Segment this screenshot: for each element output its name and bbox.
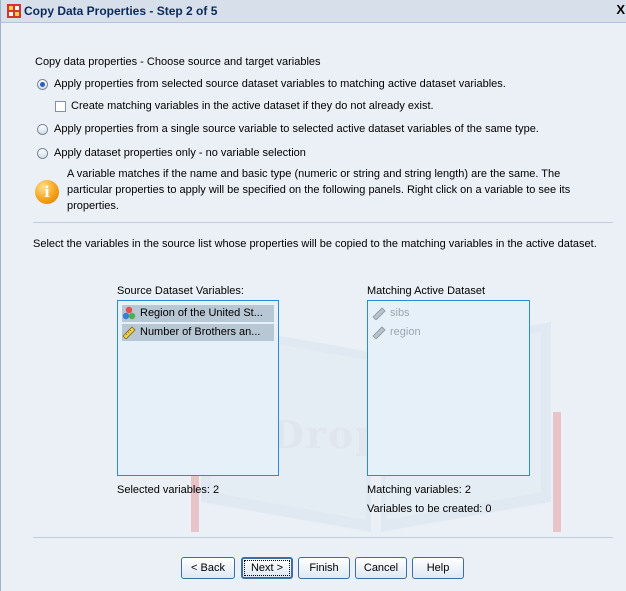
back-button[interactable]: < Back — [181, 557, 235, 579]
source-variables-list[interactable]: Region of the United St... Number of Bro… — [117, 300, 279, 476]
finish-button[interactable]: Finish — [298, 557, 350, 579]
target-item-sibs[interactable]: sibs — [372, 305, 522, 322]
option-single-source-label[interactable]: Apply properties from a single source va… — [54, 123, 539, 135]
close-button[interactable]: X — [616, 2, 625, 17]
source-list-label: Source Dataset Variables: — [117, 285, 244, 297]
scale-ruler-icon — [372, 307, 386, 321]
help-button[interactable]: Help — [412, 557, 464, 579]
title-bar[interactable]: Copy Data Properties - Step 2 of 5 X — [1, 0, 626, 23]
target-item-region-label: region — [390, 326, 421, 338]
matching-variables-count: Matching variables: 2 — [367, 484, 471, 496]
divider-top — [33, 222, 613, 223]
selected-variables-count: Selected variables: 2 — [117, 484, 220, 496]
instructions-text: Select the variables in the source list … — [33, 238, 597, 250]
option-selected-variables-label[interactable]: Apply properties from selected source da… — [54, 78, 506, 90]
scale-ruler-icon — [122, 326, 136, 340]
variables-to-create-count: Variables to be created: 0 — [367, 503, 492, 515]
source-item-brothers[interactable]: Number of Brothers an... — [122, 324, 274, 341]
target-item-sibs-label: sibs — [390, 307, 410, 319]
dialog-window: DropBooks Copy Data Properties - Step 2 … — [0, 0, 626, 591]
option-dataset-only-label[interactable]: Apply dataset properties only - no varia… — [54, 147, 306, 159]
nominal-variable-icon — [122, 306, 136, 320]
option-dataset-only-radio[interactable] — [37, 148, 48, 159]
scale-ruler-icon — [372, 326, 386, 340]
next-button[interactable]: Next > — [241, 557, 293, 579]
window-title: Copy Data Properties - Step 2 of 5 — [24, 4, 218, 18]
target-item-region[interactable]: region — [372, 324, 522, 341]
source-item-brothers-label: Number of Brothers an... — [140, 326, 261, 338]
cancel-button[interactable]: Cancel — [355, 557, 407, 579]
target-list-label: Matching Active Dataset — [367, 285, 486, 297]
section-heading: Copy data properties - Choose source and… — [35, 56, 321, 68]
spss-grid-icon — [7, 4, 21, 18]
matching-variables-list[interactable]: sibs region — [367, 300, 530, 476]
info-text: A variable matches if the name and basic… — [67, 168, 571, 212]
create-matching-variables-label[interactable]: Create matching variables in the active … — [71, 100, 434, 112]
create-matching-variables-checkbox[interactable] — [55, 101, 66, 112]
divider-bottom — [33, 537, 613, 538]
source-item-region-label: Region of the United St... — [140, 307, 263, 319]
source-item-region[interactable]: Region of the United St... — [122, 305, 274, 322]
info-icon: i — [35, 180, 59, 204]
option-single-source-radio[interactable] — [37, 124, 48, 135]
option-selected-variables-radio[interactable] — [37, 79, 48, 90]
